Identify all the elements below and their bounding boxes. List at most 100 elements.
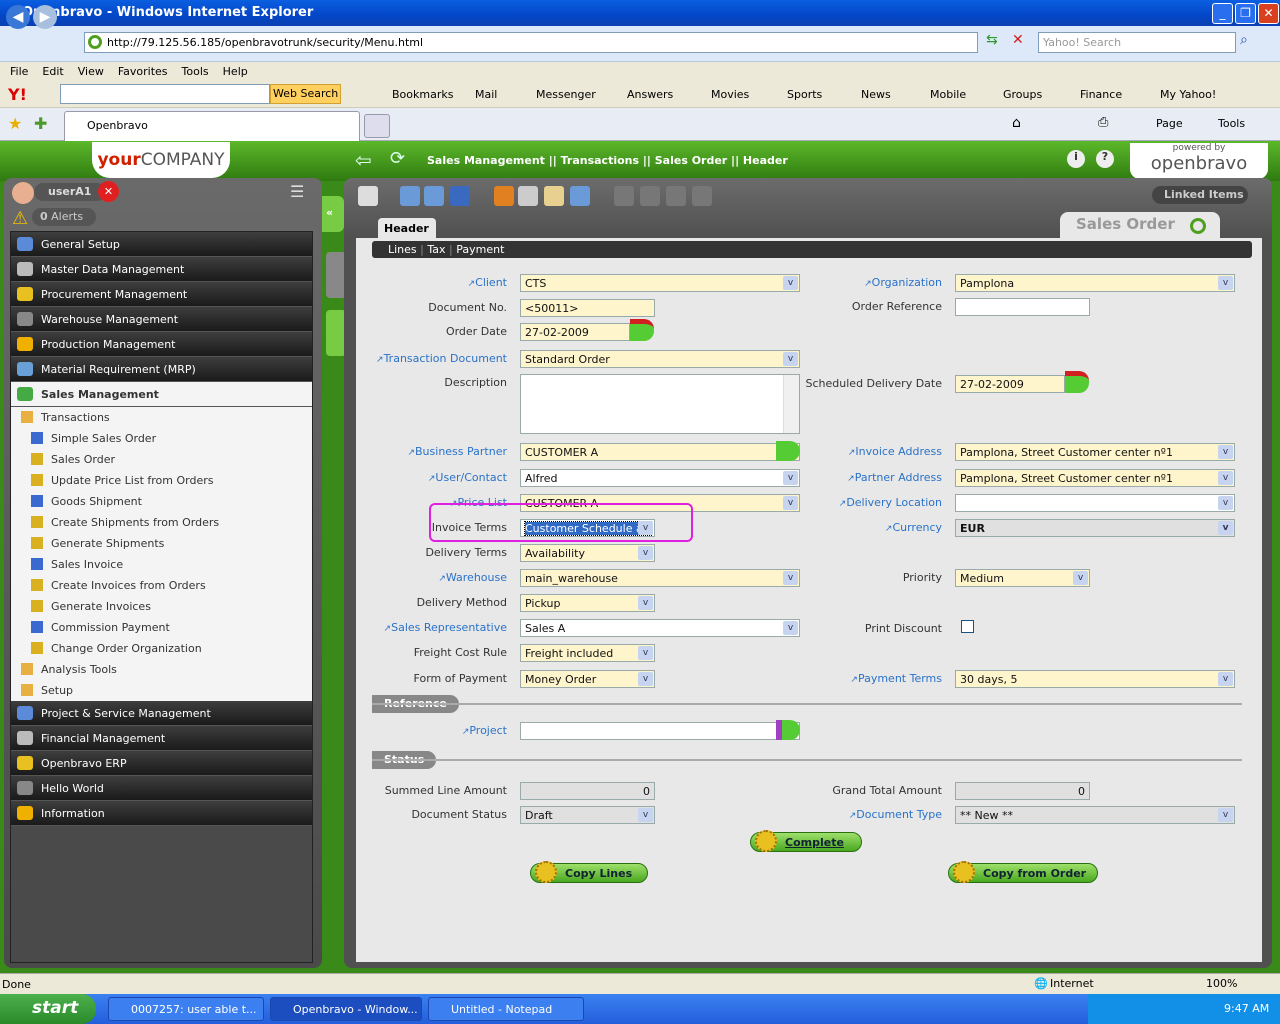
menu-item-generate-invoices[interactable]: Generate Invoices — [11, 596, 312, 617]
chevron-down-icon[interactable]: v — [1218, 445, 1233, 459]
delivery-location-field[interactable]: v — [955, 494, 1235, 512]
chevron-down-icon[interactable]: v — [638, 646, 653, 660]
menu-file[interactable]: File — [10, 65, 28, 78]
scheduled-delivery-date-field[interactable]: 27-02-2009 — [955, 375, 1065, 393]
menu-production-management[interactable]: Production Management — [11, 332, 312, 357]
next-record-icon[interactable] — [666, 186, 686, 206]
web-search-button[interactable]: Web Search — [270, 84, 342, 104]
document-status-field[interactable]: Draft v — [520, 806, 655, 824]
tab-header[interactable]: Header — [378, 218, 436, 242]
tab-lines[interactable]: Lines — [388, 243, 417, 256]
menu-procurement-management[interactable]: Procurement Management — [11, 282, 312, 307]
label-project[interactable]: ↗Project — [307, 724, 507, 737]
payment-terms-field[interactable]: 30 days, 5 v — [955, 670, 1235, 688]
chevron-down-icon[interactable]: v — [638, 808, 653, 822]
menu-information[interactable]: Information — [11, 801, 312, 826]
linked-items-button[interactable]: Linked Items — [1152, 186, 1248, 204]
document-type-field[interactable]: ** New ** v — [955, 806, 1235, 824]
print-icon[interactable]: ⎙ — [1098, 115, 1108, 130]
invoice-address-field[interactable]: Pamplona, Street Customer center nº1 v — [955, 443, 1235, 461]
save-icon[interactable] — [450, 186, 470, 206]
chevron-down-icon[interactable]: v — [638, 596, 653, 610]
label-transaction-document[interactable]: ↗Transaction Document — [307, 352, 507, 365]
copy-from-order-button[interactable]: Copy from Order — [948, 861, 1098, 883]
help-icon[interactable]: ? — [1096, 150, 1114, 168]
label-currency[interactable]: ↗Currency — [742, 521, 942, 534]
collapse-menu-icon[interactable]: ☰ — [290, 182, 304, 201]
zoom-level[interactable]: 100% — [1206, 977, 1237, 990]
yahoo-mobile[interactable]: Mobile — [930, 88, 966, 101]
chevron-down-icon[interactable]: v — [1073, 571, 1088, 585]
tools-menu[interactable]: Tools — [1218, 117, 1245, 130]
taskbar-item-openbravo[interactable]: Openbravo - Window... — [270, 997, 422, 1021]
last-record-icon[interactable] — [692, 186, 712, 206]
menu-master-data-management[interactable]: Master Data Management — [11, 257, 312, 282]
favorites-star-icon[interactable]: ★ — [8, 114, 22, 133]
chevron-down-icon[interactable]: v — [1218, 471, 1233, 485]
toggle-menu-button[interactable]: « — [322, 196, 344, 232]
menu-hello-world[interactable]: Hello World — [11, 776, 312, 801]
menu-edit[interactable]: Edit — [42, 65, 63, 78]
chevron-down-icon[interactable]: v — [1218, 276, 1233, 290]
order-reference-field[interactable] — [955, 298, 1090, 316]
delivery-terms-field[interactable]: Availability v — [520, 544, 655, 562]
yahoo-messenger[interactable]: Messenger — [536, 88, 596, 101]
menu-tools[interactable]: Tools — [182, 65, 209, 78]
add-favorite-icon[interactable]: ✚ — [34, 114, 47, 133]
label-payment-terms[interactable]: ↗Payment Terms — [742, 672, 942, 685]
yahoo-groups[interactable]: Groups — [1003, 88, 1042, 101]
menu-item-generate-shipments[interactable]: Generate Shipments — [11, 533, 312, 554]
new-record-icon[interactable] — [358, 186, 378, 206]
yahoo-logo-icon[interactable]: Y! — [8, 85, 27, 104]
print-icon[interactable] — [518, 186, 538, 206]
menu-item-update-price-list-from-orders[interactable]: Update Price List from Orders — [11, 470, 312, 491]
label-document-type[interactable]: ↗Document Type — [742, 808, 942, 821]
info-icon[interactable]: i — [1067, 150, 1085, 168]
priority-field[interactable]: Medium v — [955, 569, 1090, 587]
chevron-down-icon[interactable]: v — [638, 672, 653, 686]
organization-field[interactable]: Pamplona v — [955, 274, 1235, 292]
start-button[interactable]: start — [0, 994, 96, 1024]
complete-button[interactable]: Complete — [750, 830, 862, 852]
menu-favorites[interactable]: Favorites — [118, 65, 168, 78]
alerts-link[interactable]: 0 Alerts — [32, 208, 96, 226]
chevron-down-icon[interactable]: v — [1218, 808, 1233, 822]
project-field[interactable] — [520, 722, 800, 740]
transaction-document-field[interactable]: Standard Order v — [520, 350, 800, 368]
calendar-icon[interactable] — [1065, 371, 1089, 393]
home-icon[interactable]: ⌂ — [1012, 115, 1021, 131]
address-bar[interactable]: http://79.125.56.185/openbravotrunk/secu… — [84, 32, 978, 53]
maximize-button[interactable]: ❐ — [1235, 3, 1256, 24]
copy-lines-button[interactable]: Copy Lines — [530, 861, 648, 883]
forward-button[interactable]: ▶ — [33, 5, 57, 29]
label-invoice-address[interactable]: ↗Invoice Address — [742, 445, 942, 458]
menu-item-change-order-organization[interactable]: Change Order Organization — [11, 638, 312, 659]
taskbar-item-mantis[interactable]: 0007257: user able t... — [108, 997, 264, 1021]
menu-item-transactions[interactable]: Transactions — [11, 407, 312, 428]
grand-total-amount-field[interactable]: 0 — [955, 782, 1090, 800]
chevron-down-icon[interactable]: v — [783, 352, 798, 366]
refresh-icon[interactable]: ⇆ — [986, 32, 1006, 52]
search-icon[interactable]: ⌕ — [1240, 32, 1248, 48]
yahoo-my-yahoo[interactable]: My Yahoo! — [1160, 88, 1216, 101]
tab-tax[interactable]: Tax — [427, 243, 445, 256]
new-copy-icon[interactable] — [424, 186, 444, 206]
chevron-down-icon[interactable]: v — [1218, 496, 1233, 510]
yahoo-news[interactable]: News — [861, 88, 891, 101]
tab-payment[interactable]: Payment — [456, 243, 504, 256]
menu-item-sales-order[interactable]: Sales Order — [11, 449, 312, 470]
browser-tab-openbravo[interactable]: Openbravo — [64, 111, 360, 141]
edit-view-icon[interactable] — [326, 252, 346, 298]
menu-item-create-shipments-from-orders[interactable]: Create Shipments from Orders — [11, 512, 312, 533]
yahoo-mail[interactable]: Mail — [475, 88, 497, 101]
menu-openbravo-erp[interactable]: Openbravo ERP — [11, 751, 312, 776]
menu-material-requirement-mrp[interactable]: Material Requirement (MRP) — [11, 357, 312, 382]
logout-icon[interactable]: ✕ — [98, 181, 119, 202]
menu-item-create-invoices-from-orders[interactable]: Create Invoices from Orders — [11, 575, 312, 596]
form-of-payment-field[interactable]: Money Order v — [520, 670, 655, 688]
minimize-button[interactable]: _ — [1212, 3, 1233, 24]
summed-line-amount-field[interactable]: 0 — [520, 782, 655, 800]
close-button[interactable]: ✕ — [1258, 3, 1279, 24]
menu-item-setup[interactable]: Setup — [11, 680, 312, 701]
yahoo-movies[interactable]: Movies — [711, 88, 749, 101]
